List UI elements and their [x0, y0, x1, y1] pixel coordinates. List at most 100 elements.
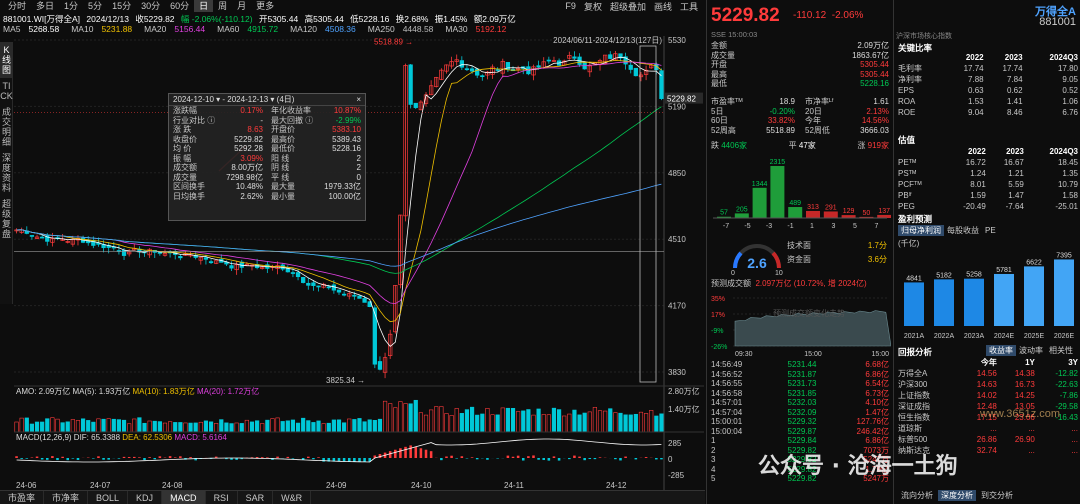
indicator-tab-0[interactable]: 市盈率 [0, 491, 45, 504]
indicator-tab-4[interactable]: MACD [162, 491, 206, 504]
table-row[interactable]: 万得全A 14.56 14.38 -12.82 [898, 368, 1078, 379]
amount-bar [326, 422, 331, 433]
forecast-tab-0[interactable]: 归母净利润 [898, 225, 944, 236]
forecast-tab-2[interactable]: PE [982, 225, 999, 236]
current-price-label: 5229.82 [667, 95, 696, 104]
panel-bottom-tab-0[interactable]: 流向分析 [898, 490, 936, 501]
period-button-9[interactable]: 月 [232, 0, 251, 12]
popup-cell: 平 线 0 [267, 173, 365, 183]
indicator-tab-5[interactable]: RSI [206, 491, 238, 504]
tick-row[interactable]: 14:56:58 5231.85 6.73亿 [711, 389, 889, 399]
row-label: 深证成指 [898, 402, 930, 411]
table-row[interactable]: PSᵀᴹ 1.24 1.21 1.35 [898, 168, 1078, 179]
side-tab-3[interactable]: 深度资料 [0, 150, 13, 196]
period-button-8[interactable]: 周 [213, 0, 232, 12]
side-tab-2[interactable]: 成交明细 [0, 104, 13, 150]
tool-button-2[interactable]: 超级叠加 [606, 0, 650, 13]
row-label: 道琼斯 [898, 424, 922, 433]
row-value: 26.90 [1014, 435, 1035, 444]
amo-legend: AMO: 2.09万亿 MA(5): 1.93万亿 MA(10): 1.83万亿… [16, 386, 259, 396]
popup-row: 涨跌幅 0.17% 年化收益率 10.87% [169, 106, 365, 116]
table-row[interactable]: PCFᵀᴹ 8.01 5.59 10.79 [898, 179, 1078, 190]
table-row[interactable]: 沪深300 14.63 16.73 -22.63 [898, 379, 1078, 390]
ma-legend-item: MA5 5268.58 [3, 24, 65, 34]
tick-row[interactable]: 14:56:49 5231.44 6.68亿 [711, 360, 889, 370]
table-row[interactable]: 净利率 7.88 7.84 9.05 [898, 74, 1078, 85]
tick-row[interactable]: 14:56:55 5231.73 6.54亿 [711, 379, 889, 389]
forecast-bar-value: 5182 [936, 272, 952, 279]
side-tab-4[interactable]: 超级复盘 [0, 196, 13, 242]
period-button-10[interactable]: 更多 [251, 0, 279, 12]
period-button-0[interactable]: 分时 [3, 0, 31, 12]
period-button-4[interactable]: 15分 [107, 0, 136, 12]
tick-row[interactable]: 1 5229.84 6.86亿 [711, 436, 889, 446]
tool-button-1[interactable]: 复权 [580, 0, 606, 13]
table-row[interactable]: PEᵀᴹ 16.72 16.67 18.45 [898, 157, 1078, 168]
amount-bar [638, 411, 644, 433]
ma-value: 4448.58 [402, 24, 434, 34]
quote-grid-key: 60日 [711, 116, 728, 126]
tool-button-4[interactable]: 工具 [676, 0, 702, 13]
period-button-5[interactable]: 30分 [136, 0, 165, 12]
period-button-2[interactable]: 1分 [59, 0, 83, 12]
tick-volume: 6.86亿 [865, 436, 889, 445]
table-row[interactable]: 毛利率 17.74 17.74 17.80 [898, 63, 1078, 74]
tick-price: 5229.87 [787, 426, 817, 436]
index-code: 881001.WI[万得全A] [3, 14, 81, 24]
period-button-7[interactable]: 日 [194, 0, 214, 12]
indicator-tab-1[interactable]: 市净率 [44, 491, 89, 504]
tool-button-0[interactable]: F9 [561, 1, 580, 11]
candlestick [19, 227, 24, 234]
macd-legend: MACD(12,26,9) DIF: 65.3388 DEA: 62.5306 … [16, 433, 227, 442]
quote-grid-value: 14.56% [861, 116, 889, 126]
table-row[interactable]: 道琼斯......... [898, 423, 1078, 434]
tick-row[interactable]: 14:57:01 5232.03 4.10亿 [711, 398, 889, 408]
macd-legend-item: DIF: 65.3388 [74, 433, 122, 442]
ma-label: MA10 [71, 24, 94, 34]
returns-tab-2[interactable]: 相关性 [1046, 345, 1076, 356]
indicator-tab-6[interactable]: SAR [238, 491, 274, 504]
tool-button-3[interactable]: 画线 [650, 0, 676, 13]
table-row[interactable]: 标普500 26.86 26.90... [898, 434, 1078, 445]
period-button-3[interactable]: 5分 [83, 0, 107, 12]
table-row[interactable]: 上证指数 14.02 14.25 -7.86 [898, 390, 1078, 401]
table-row[interactable]: PBˡᶠ 1.59 1.47 1.58 [898, 190, 1078, 201]
table-row[interactable]: PEG -20.49 -7.64 -25.01 [898, 201, 1078, 212]
indicator-tab-2[interactable]: BOLL [88, 491, 129, 504]
side-tab-0[interactable]: K线图 [0, 42, 13, 78]
tick-row[interactable]: 14:57:04 5232.09 1.47亿 [711, 408, 889, 418]
candlestick [106, 242, 111, 254]
side-tab-1[interactable]: TICK [0, 78, 13, 104]
amount-bar [536, 408, 541, 433]
table-row[interactable]: EPS 0.63 0.62 0.52 [898, 85, 1078, 96]
quote-grid-key: 20日 [805, 106, 822, 116]
row-value: ... [990, 424, 997, 433]
tick-row[interactable]: 15:00:01 5229.32 127.76亿 [711, 417, 889, 427]
table-row[interactable]: ROA 1.53 1.41 1.06 [898, 96, 1078, 107]
tick-row[interactable]: 15:00:04 5229.87 246.42亿 [711, 427, 889, 437]
flat-label: 平 [788, 141, 797, 150]
amount-bar [485, 408, 490, 433]
close-icon[interactable]: × [356, 94, 361, 106]
popup-cell: 均 价 5292.28 [169, 144, 267, 154]
amount-bar [101, 418, 106, 433]
period-button-1[interactable]: 多日 [31, 0, 59, 12]
popup-cell: 成交额 8.00万亿 [169, 163, 267, 173]
selection-range-box[interactable] [639, 45, 657, 383]
period-button-6[interactable]: 60分 [165, 0, 194, 12]
panel-bottom-tab-2[interactable]: 到交分析 [978, 490, 1016, 501]
returns-tabs: 收益率 波动率 相关性 [986, 345, 1076, 356]
forecast-bar [1024, 266, 1044, 326]
header-cell [898, 146, 943, 157]
popup-key: 开盘价 [271, 125, 295, 134]
indicator-tab-7[interactable]: W&R [273, 491, 312, 504]
returns-tab-0[interactable]: 收益率 [986, 345, 1016, 356]
forecast-tab-1[interactable]: 每股收益 [944, 225, 982, 236]
panel-bottom-tab-1[interactable]: 深度分析 [938, 490, 976, 501]
returns-tab-1[interactable]: 波动率 [1016, 345, 1046, 356]
indicator-tab-3[interactable]: KDJ [128, 491, 163, 504]
tick-volume: 246.42亿 [856, 426, 889, 436]
amount-bar [613, 412, 618, 433]
tick-row[interactable]: 14:56:52 5231.87 6.86亿 [711, 370, 889, 380]
table-row[interactable]: ROE 9.04 8.46 6.76 [898, 107, 1078, 118]
